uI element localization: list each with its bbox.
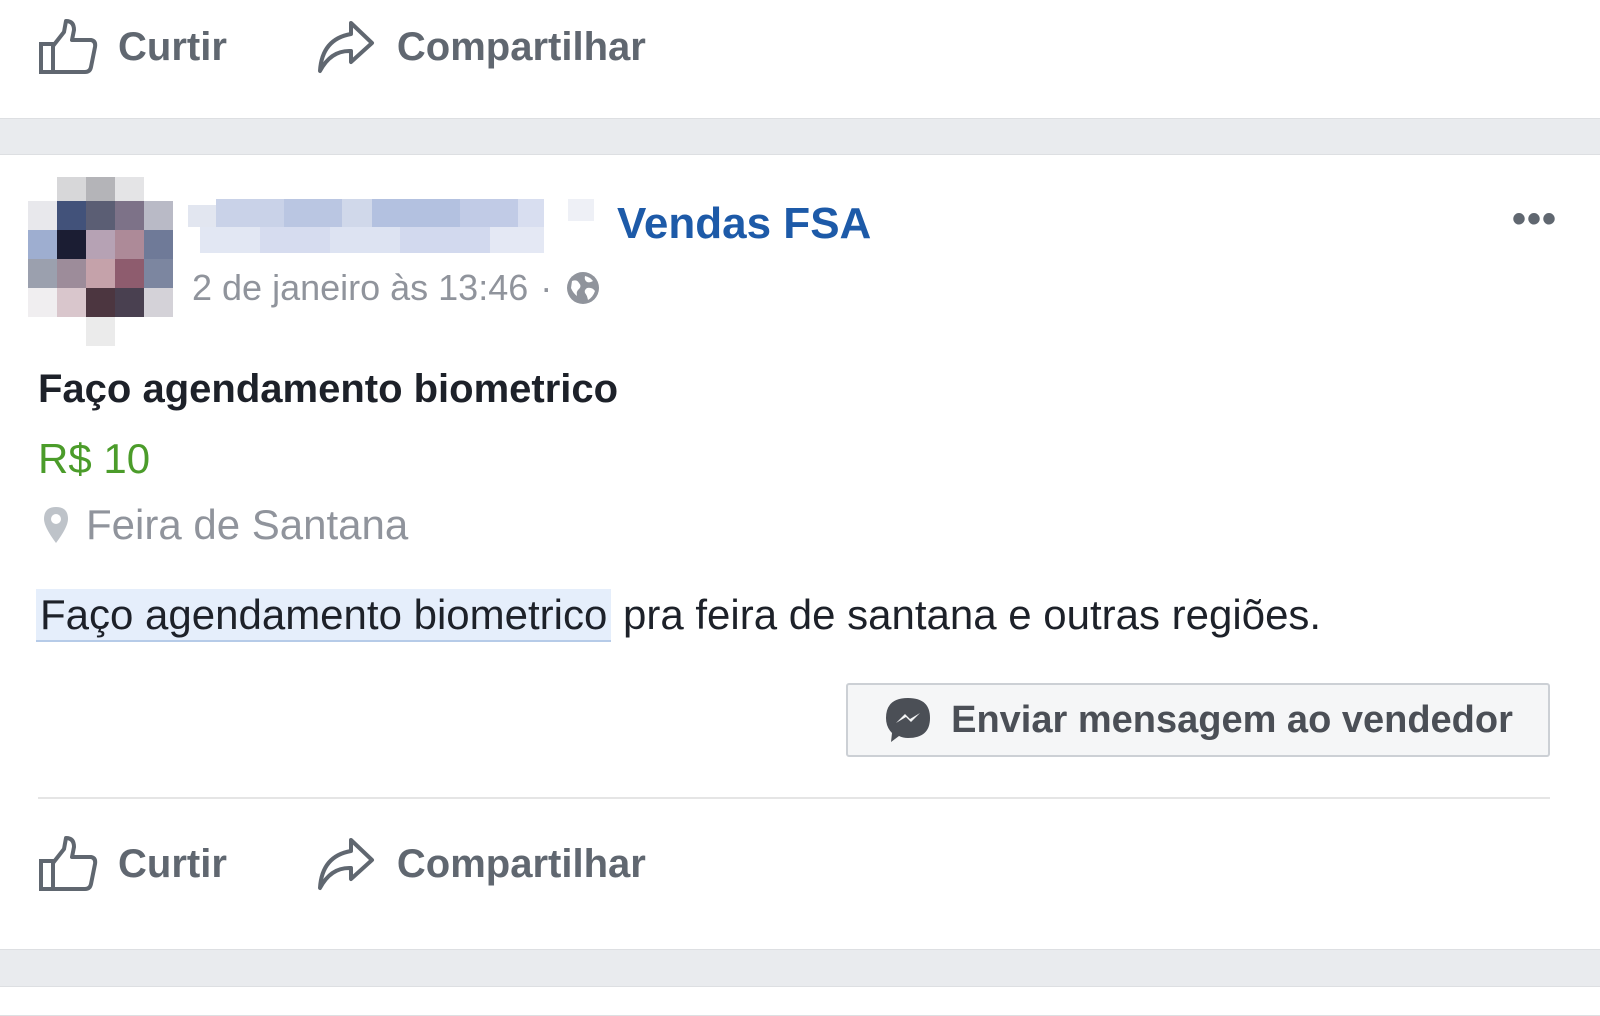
- author-name-redacted[interactable]: [188, 199, 594, 255]
- marketplace-post-card: Vendas FSA ••• 2 de janeiro às 13:46 · F…: [0, 154, 1600, 950]
- description-text: pra feira de santana e outras regiões.: [611, 591, 1322, 638]
- listing-location: Feira de Santana: [42, 501, 408, 549]
- share-button[interactable]: Compartilhar: [315, 19, 646, 75]
- listing-price: R$ 10: [38, 435, 151, 482]
- map-pin-icon: [44, 507, 68, 543]
- share-button[interactable]: Compartilhar: [315, 836, 646, 892]
- next-post-card: [0, 986, 1600, 1016]
- share-arrow-icon: [317, 838, 374, 890]
- post-timestamp[interactable]: 2 de janeiro às 13:46: [192, 267, 528, 309]
- avatar[interactable]: [28, 177, 173, 346]
- like-button[interactable]: Curtir: [38, 835, 227, 893]
- listing-description: Faço agendamento biometrico pra feira de…: [36, 589, 1322, 642]
- message-seller-button[interactable]: Enviar mensagem ao vendedor: [846, 683, 1550, 757]
- share-label: Compartilhar: [396, 24, 646, 69]
- post-meta: 2 de janeiro às 13:46 ·: [192, 267, 600, 309]
- previous-post-actions: Curtir Compartilhar: [38, 18, 646, 76]
- actions-divider: [38, 797, 1550, 799]
- globe-icon[interactable]: [566, 271, 600, 305]
- share-arrow-icon: [317, 21, 374, 73]
- share-label: Compartilhar: [396, 841, 646, 886]
- description-highlight: Faço agendamento biometrico: [36, 589, 612, 642]
- listing-title: Faço agendamento biometrico: [38, 367, 619, 411]
- meta-separator: ·: [540, 267, 553, 308]
- post-actions: Curtir Compartilhar: [38, 835, 646, 893]
- group-name-link[interactable]: Vendas FSA: [617, 199, 871, 249]
- messenger-icon: [886, 698, 931, 742]
- location-label: Feira de Santana: [86, 501, 409, 548]
- thumbs-up-icon: [39, 836, 98, 891]
- like-label: Curtir: [118, 24, 227, 69]
- like-button[interactable]: Curtir: [38, 18, 227, 76]
- more-options-button[interactable]: •••: [1512, 197, 1557, 242]
- thumbs-up-icon: [39, 19, 98, 74]
- like-label: Curtir: [118, 841, 227, 886]
- message-seller-label: Enviar mensagem ao vendedor: [951, 698, 1513, 741]
- previous-post-card: Curtir Compartilhar: [0, 0, 1600, 119]
